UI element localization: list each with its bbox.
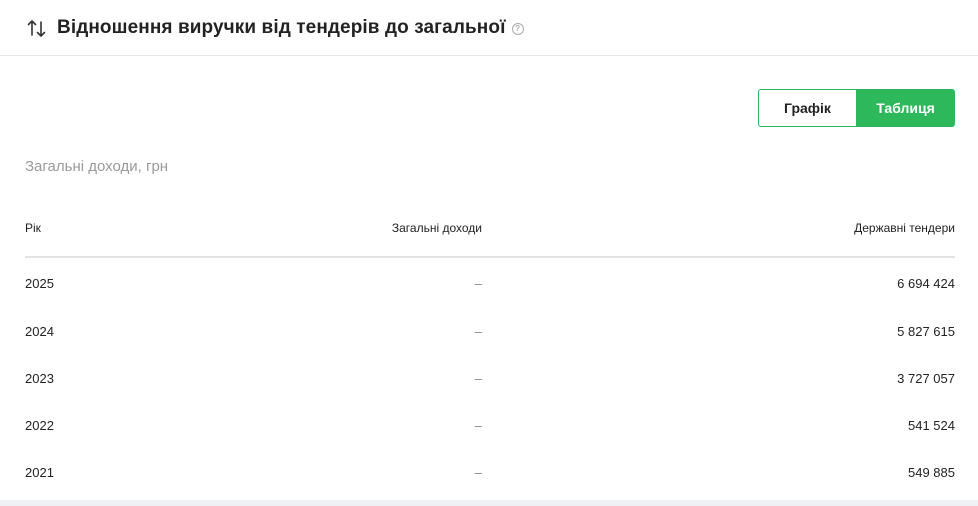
cell-gov: 549 885 <box>908 465 955 480</box>
chart-view-button[interactable]: Графік <box>758 89 856 127</box>
cell-year: 2022 <box>25 418 54 433</box>
cell-gov: 3 727 057 <box>897 371 955 386</box>
column-header-gov-tenders: Державні тендери <box>482 199 955 258</box>
table-view-button[interactable]: Таблиця <box>856 89 955 127</box>
table-row: 2021 – 549 885 <box>25 449 955 496</box>
table-header-row: Рік Загальні доходи Державні тендери <box>25 199 955 258</box>
cell-year: 2021 <box>25 465 54 480</box>
cell-gov: 6 694 424 <box>897 275 955 291</box>
cell-total: – <box>474 371 482 386</box>
column-header-total-revenue: Загальні доходи <box>225 199 482 258</box>
cell-total: – <box>474 465 482 480</box>
cell-total: – <box>474 324 482 339</box>
view-toggle: Графік Таблиця <box>758 89 955 127</box>
cell-total: – <box>474 275 482 291</box>
revenue-table: Рік Загальні доходи Державні тендери 202… <box>25 199 955 496</box>
table-row: 2022 – 541 524 <box>25 402 955 449</box>
cell-gov: 541 524 <box>908 418 955 433</box>
cell-total: – <box>474 418 482 433</box>
table-row: 2023 – 3 727 057 <box>25 355 955 402</box>
column-header-year: Рік <box>25 199 225 258</box>
cell-gov: 5 827 615 <box>897 324 955 339</box>
cell-year: 2023 <box>25 371 54 386</box>
sort-arrows-icon <box>26 17 48 39</box>
help-icon[interactable]: ? <box>511 22 524 35</box>
cell-year: 2025 <box>25 275 54 291</box>
section-subtitle: Загальні доходи, грн <box>25 158 169 175</box>
section-divider <box>0 500 978 506</box>
table-row: 2024 – 5 827 615 <box>25 308 955 355</box>
table-row: 2025 – 6 694 424 <box>25 257 955 308</box>
page-title: Відношення виручки від тендерів до загал… <box>57 16 506 38</box>
cell-year: 2024 <box>25 324 54 339</box>
section-header: Відношення виручки від тендерів до загал… <box>0 0 978 56</box>
